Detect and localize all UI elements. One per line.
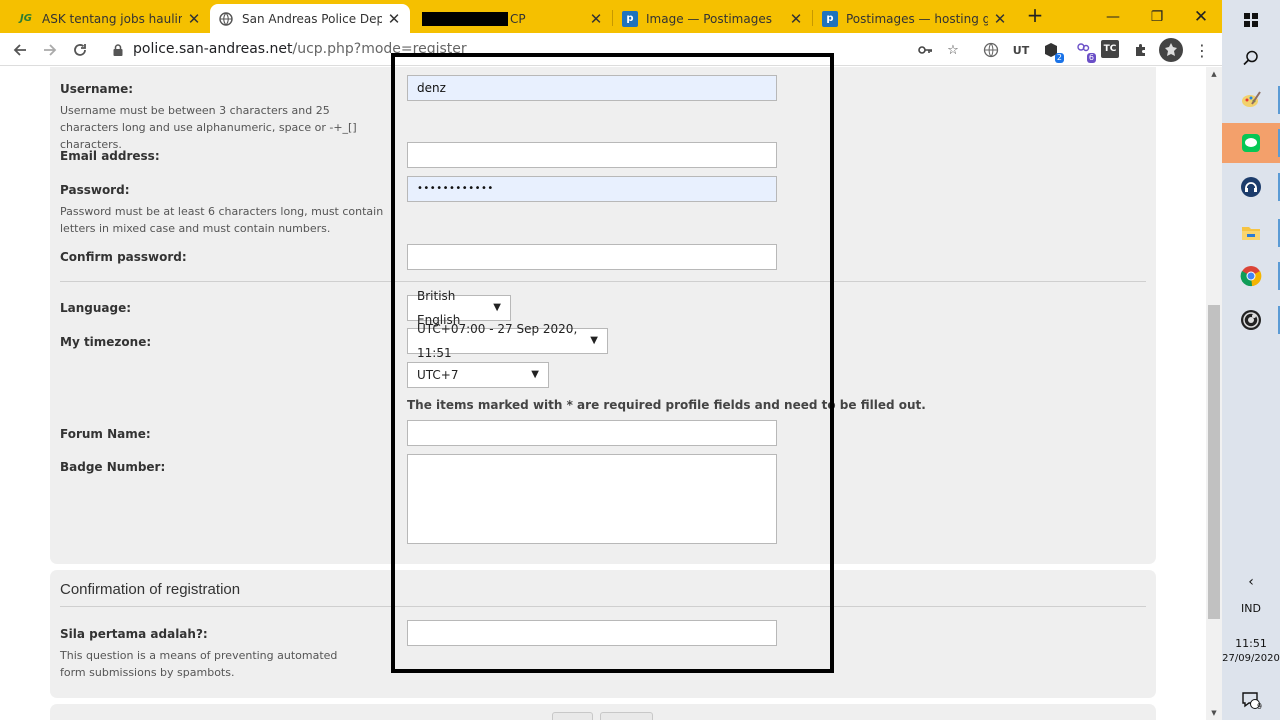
username-hint: Username must be between 3 characters an… [60, 104, 357, 151]
obs-app-icon[interactable] [1222, 300, 1280, 340]
tab-san-andreas-police[interactable]: San Andreas Police Departm ✕ [210, 4, 410, 33]
lock-icon[interactable] [111, 42, 125, 56]
windows-start-icon[interactable] [1222, 0, 1280, 40]
tab-separator [812, 10, 813, 26]
chevron-down-icon: ▼ [531, 369, 539, 380]
confirm-password-input[interactable] [407, 244, 777, 270]
input-language-indicator[interactable]: IND [1222, 602, 1280, 615]
scroll-up-icon[interactable]: ▲ [1206, 67, 1222, 81]
extension-badge: 6 [1086, 53, 1096, 63]
badge-number-textarea[interactable] [407, 454, 777, 544]
close-tab-icon[interactable]: ✕ [588, 10, 604, 28]
postimages-favicon-icon: p [822, 10, 838, 27]
page-scrollbar[interactable]: ▲ ▼ [1206, 67, 1222, 720]
support-headset-app-icon[interactable] [1222, 167, 1280, 207]
people-extension-icon[interactable]: 6 [1073, 40, 1096, 63]
notification-center-icon[interactable]: 9 [1222, 680, 1280, 720]
tab-title: Postimages — hosting gamb [846, 11, 988, 26]
email-label: Email address: [60, 149, 160, 163]
cube-extension-icon[interactable]: 2 [1041, 40, 1064, 63]
password-label: Password: [60, 183, 130, 197]
timezone-label: My timezone: [60, 335, 152, 349]
chrome-app-icon[interactable] [1222, 256, 1280, 296]
chevron-down-icon: ▼ [590, 335, 598, 346]
badge-number-label: Badge Number: [60, 460, 166, 474]
forum-name-input[interactable] [407, 420, 777, 446]
jg-favicon-icon: JG [20, 13, 32, 24]
email-input[interactable] [407, 142, 777, 168]
question-label: Sila pertama adalah?: [60, 627, 208, 641]
confirmation-title: Confirmation of registration [60, 581, 241, 598]
tab-title: San Andreas Police Departm [242, 11, 382, 26]
close-window-button[interactable]: ✕ [1178, 0, 1224, 33]
question-answer-input[interactable] [407, 620, 777, 646]
close-tab-icon[interactable]: ✕ [386, 10, 402, 28]
forum-name-label: Forum Name: [60, 427, 151, 441]
username-label: Username: [60, 82, 134, 96]
paint-app-icon[interactable] [1222, 80, 1280, 120]
tab-title: CP [510, 11, 526, 26]
restore-button[interactable]: ❐ [1134, 0, 1180, 33]
tab-strip: JG ASK tentang jobs hauling - P ✕ San An… [0, 0, 1222, 33]
tab-postimages-hosting[interactable]: p Postimages — hosting gamb ✕ [814, 4, 1016, 33]
page-content: Username: Username must be between 3 cha… [0, 67, 1206, 720]
line-app-icon[interactable] [1222, 123, 1280, 163]
timezone-zone-value: UTC+7 [417, 368, 459, 382]
close-tab-icon[interactable]: ✕ [992, 10, 1008, 28]
tab-image-postimages[interactable]: p Image — Postimages ✕ [614, 4, 812, 33]
tab-ask-jobs[interactable]: JG ASK tentang jobs hauling - P ✕ [10, 4, 210, 33]
close-tab-icon[interactable]: ✕ [186, 10, 202, 28]
browser-toolbar: police.san-andreas.net/ucp.php?mode=regi… [0, 33, 1222, 66]
scroll-down-icon[interactable]: ▼ [1206, 706, 1222, 720]
clock-date[interactable]: 27/09/2020 [1222, 653, 1280, 664]
notification-count: 9 [1257, 702, 1263, 711]
tab-redacted[interactable]: CP ✕ [414, 4, 612, 33]
file-explorer-icon[interactable] [1222, 213, 1280, 253]
required-fields-notice: The items marked with * are required pro… [407, 398, 926, 412]
extensions-puzzle-icon[interactable] [1131, 40, 1151, 60]
chevron-up-icon[interactable]: ‹ [1222, 574, 1280, 590]
question-hint: This question is a means of preventing a… [60, 649, 338, 679]
url-host: police.san-andreas.net [133, 41, 293, 57]
redacted-block [422, 11, 508, 26]
back-arrow-icon[interactable] [7, 37, 33, 63]
clock-time[interactable]: 11:51 [1222, 637, 1280, 650]
globe-icon [218, 11, 234, 27]
section-divider [60, 281, 1146, 282]
submit-button[interactable] [600, 712, 653, 720]
tab-title: Image — Postimages [646, 11, 772, 26]
key-icon[interactable] [915, 40, 935, 60]
language-label: Language: [60, 301, 132, 315]
menu-kebab-icon[interactable]: ⋮ [1192, 40, 1212, 60]
bookmark-star-icon[interactable]: ☆ [943, 40, 963, 60]
timezone-zone-select[interactable]: UTC+7 ▼ [407, 362, 549, 388]
minimize-button[interactable]: — [1090, 0, 1136, 33]
address-bar[interactable]: police.san-andreas.net/ucp.php?mode=regi… [133, 41, 467, 57]
new-tab-button[interactable]: + [1024, 5, 1046, 27]
extension-badge: 2 [1054, 53, 1064, 63]
translate-globe-icon[interactable] [981, 40, 1001, 60]
tc-extension-icon[interactable]: TC [1101, 40, 1119, 58]
windows-taskbar: ‹ IND 11:51 27/09/2020 9 [1222, 0, 1280, 720]
password-input[interactable]: •••••••••••• [407, 176, 777, 202]
reload-icon[interactable] [67, 37, 93, 63]
scroll-thumb[interactable] [1208, 305, 1220, 619]
forward-arrow-icon[interactable] [37, 37, 63, 63]
username-input[interactable]: denz [407, 75, 777, 101]
tab-title: ASK tentang jobs hauling - P [42, 11, 182, 26]
profile-avatar[interactable] [1159, 38, 1183, 62]
search-icon[interactable] [1222, 38, 1280, 78]
ut-extension-icon[interactable]: UT [1011, 40, 1031, 60]
reset-button[interactable] [552, 712, 593, 720]
password-hint: Password must be at least 6 characters l… [60, 205, 384, 235]
url-path: /ucp.php?mode=register [292, 41, 467, 57]
timezone-datetime-select[interactable]: UTC+07:00 - 27 Sep 2020, 11:51 ▼ [407, 322, 608, 360]
timezone-datetime-value: UTC+07:00 - 27 Sep 2020, 11:51 [417, 322, 578, 360]
close-tab-icon[interactable]: ✕ [788, 10, 804, 28]
postimages-favicon-icon: p [622, 10, 638, 27]
tab-separator [612, 10, 613, 26]
confirm-password-label: Confirm password: [60, 250, 187, 264]
section-divider [60, 606, 1146, 607]
